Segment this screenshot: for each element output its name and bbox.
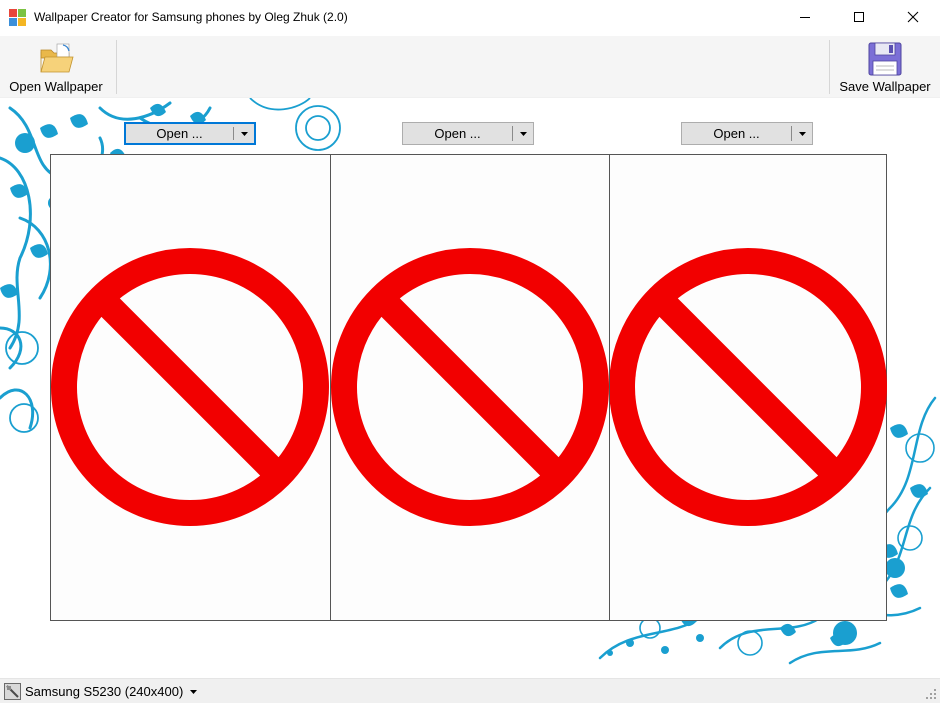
frame-2-open-label: Open ... (434, 126, 481, 141)
wallpaper-frame-1[interactable] (51, 155, 330, 620)
toolbar-separator (829, 40, 830, 94)
minimize-button[interactable] (778, 0, 832, 34)
save-wallpaper-label: Save Wallpaper (839, 79, 931, 94)
prohibited-sign-icon (610, 248, 887, 526)
chevron-down-icon[interactable] (792, 123, 812, 144)
window-title: Wallpaper Creator for Samsung phones by … (34, 10, 348, 24)
close-icon (907, 11, 919, 23)
frame-3-open-label: Open ... (713, 126, 760, 141)
resize-grip-icon[interactable] (925, 688, 937, 700)
prohibited-sign-icon (331, 248, 609, 526)
status-bar: Samsung S5230 (240x400) (0, 678, 940, 703)
minimize-icon (800, 17, 810, 18)
device-label: Samsung S5230 (240x400) (25, 684, 184, 699)
app-icon (9, 9, 26, 26)
save-wallpaper-button[interactable]: Save Wallpaper (834, 38, 936, 96)
chevron-down-icon[interactable] (234, 124, 254, 143)
maximize-button[interactable] (832, 0, 886, 34)
close-button[interactable] (886, 0, 940, 34)
title-bar: Wallpaper Creator for Samsung phones by … (0, 0, 940, 36)
folder-open-icon (40, 43, 74, 73)
floppy-disk-icon (868, 42, 902, 76)
open-wallpaper-label: Open Wallpaper (9, 79, 103, 94)
chevron-down-icon (190, 689, 198, 694)
device-selector[interactable]: Samsung S5230 (240x400) (4, 682, 198, 701)
toolbar: Open Wallpaper Save Wallpaper (0, 36, 940, 98)
open-wallpaper-button[interactable]: Open Wallpaper (2, 38, 110, 96)
wallpaper-frames (50, 154, 887, 621)
chevron-down-icon[interactable] (513, 123, 533, 144)
frame-1-open-label: Open ... (156, 126, 203, 141)
frame-1-open-button[interactable]: Open ... (124, 122, 256, 145)
wallpaper-frame-3[interactable] (609, 155, 887, 620)
wallpaper-frame-2[interactable] (330, 155, 609, 620)
prohibited-sign-icon (51, 248, 329, 526)
phone-icon (4, 683, 21, 700)
wallpaper-canvas: Open ... Open ... Open ... (0, 98, 940, 678)
toolbar-separator (116, 40, 117, 94)
frame-2-open-button[interactable]: Open ... (402, 122, 534, 145)
frame-3-open-button[interactable]: Open ... (681, 122, 813, 145)
maximize-icon (854, 12, 864, 22)
